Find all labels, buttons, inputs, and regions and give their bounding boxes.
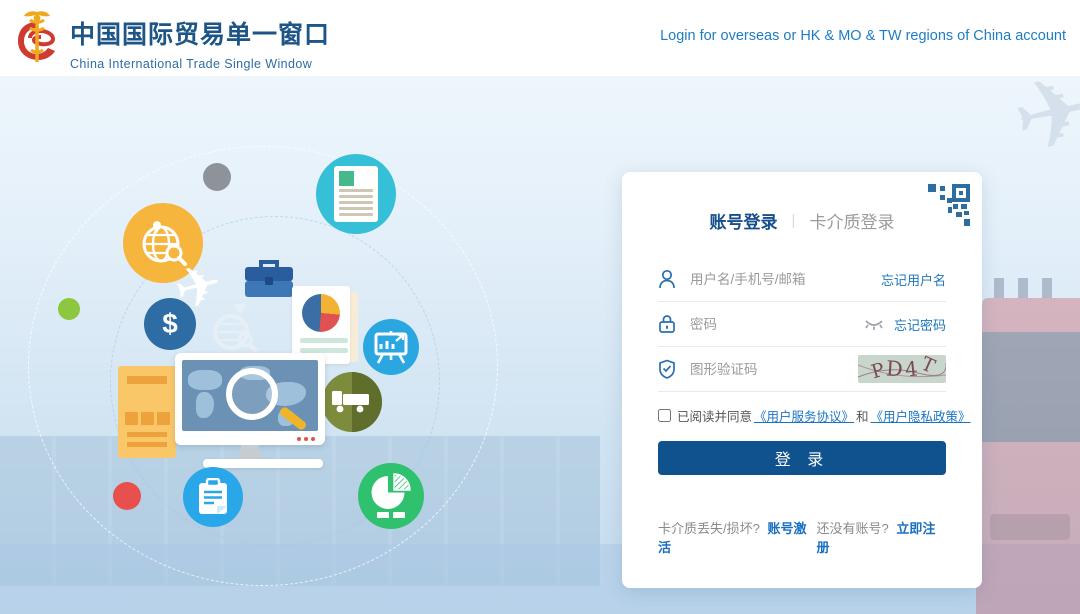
id-card-icon [316, 154, 396, 234]
pie-report-icon [358, 463, 424, 529]
privacy-policy-link[interactable]: 《用户隐私政策》 [871, 406, 971, 425]
login-panel: 账号登录 | 卡介质登录 忘记用户名 [622, 172, 982, 588]
faded-truck-backdrop [976, 278, 1080, 614]
red-dot-decoration [113, 482, 141, 510]
no-account-text: 还没有账号? [817, 521, 889, 536]
lock-icon [658, 314, 676, 334]
hero-background: ✈ ✈ $ [0, 76, 1080, 614]
agreement-row: 已阅读并同意 《用户服务协议》 和 《用户隐私政策》 [658, 406, 946, 425]
faded-plane-icon: ✈ [1003, 76, 1080, 177]
agreement-conjunction: 和 [856, 406, 869, 425]
eye-closed-icon[interactable] [864, 317, 884, 331]
magnifier-icon [226, 368, 278, 420]
user-icon [658, 269, 676, 289]
login-button[interactable]: 登 录 [658, 441, 946, 475]
delivery-truck-icon [322, 372, 382, 432]
forgot-password-link[interactable]: 忘记密码 [894, 315, 946, 334]
file-cabinet-icon [118, 366, 176, 458]
site-title-zh: 中国国际贸易单一窗口 [70, 15, 330, 51]
service-agreement-link[interactable]: 《用户服务协议》 [754, 406, 854, 425]
faded-globe-pin-icon [205, 304, 263, 359]
top-header-bar: 中国国际贸易单一窗口 China International Trade Sin… [0, 0, 1080, 76]
agreement-prefix: 已阅读并同意 [677, 406, 752, 425]
captcha-row: P D 4 T [658, 347, 946, 392]
captcha-input[interactable] [690, 362, 858, 377]
password-row: 忘记密码 [658, 302, 946, 347]
username-input[interactable] [690, 272, 881, 287]
search-monitor-icon [175, 353, 325, 445]
tab-card-login[interactable]: 卡介质登录 [809, 208, 894, 233]
shield-check-icon [658, 359, 676, 379]
single-window-logo-icon [10, 8, 64, 68]
captcha-image[interactable]: P D 4 T [858, 355, 946, 383]
username-row: 忘记用户名 [658, 257, 946, 302]
forgot-username-link[interactable]: 忘记用户名 [881, 270, 946, 289]
password-input[interactable] [690, 317, 864, 332]
dollar-icon: $ [144, 298, 196, 350]
briefcase-icon [243, 259, 295, 299]
pie-chart-icon [302, 294, 340, 332]
green-dot-decoration [58, 298, 80, 320]
login-form: 忘记用户名 忘记密码 [658, 257, 946, 392]
card-lost-text: 卡介质丢失/损坏? [658, 521, 760, 536]
gray-dot-decoration [203, 163, 231, 191]
agreement-checkbox[interactable] [658, 409, 671, 422]
site-title-en: China International Trade Single Window [70, 57, 330, 71]
clipboard-icon [183, 467, 243, 527]
brand-titles: 中国国际贸易单一窗口 China International Trade Sin… [70, 15, 330, 71]
tab-account-login[interactable]: 账号登录 [710, 208, 778, 233]
world-map-screen [182, 360, 318, 431]
overseas-login-link[interactable]: Login for overseas or HK & MO & TW regio… [660, 28, 1066, 44]
tab-divider: | [792, 212, 796, 229]
presentation-chart-icon [363, 319, 419, 375]
card-footer-links: 卡介质丢失/损坏? 账号激活 还没有账号? 立即注册 [658, 518, 946, 556]
qr-code-corner-icon[interactable] [926, 182, 972, 228]
